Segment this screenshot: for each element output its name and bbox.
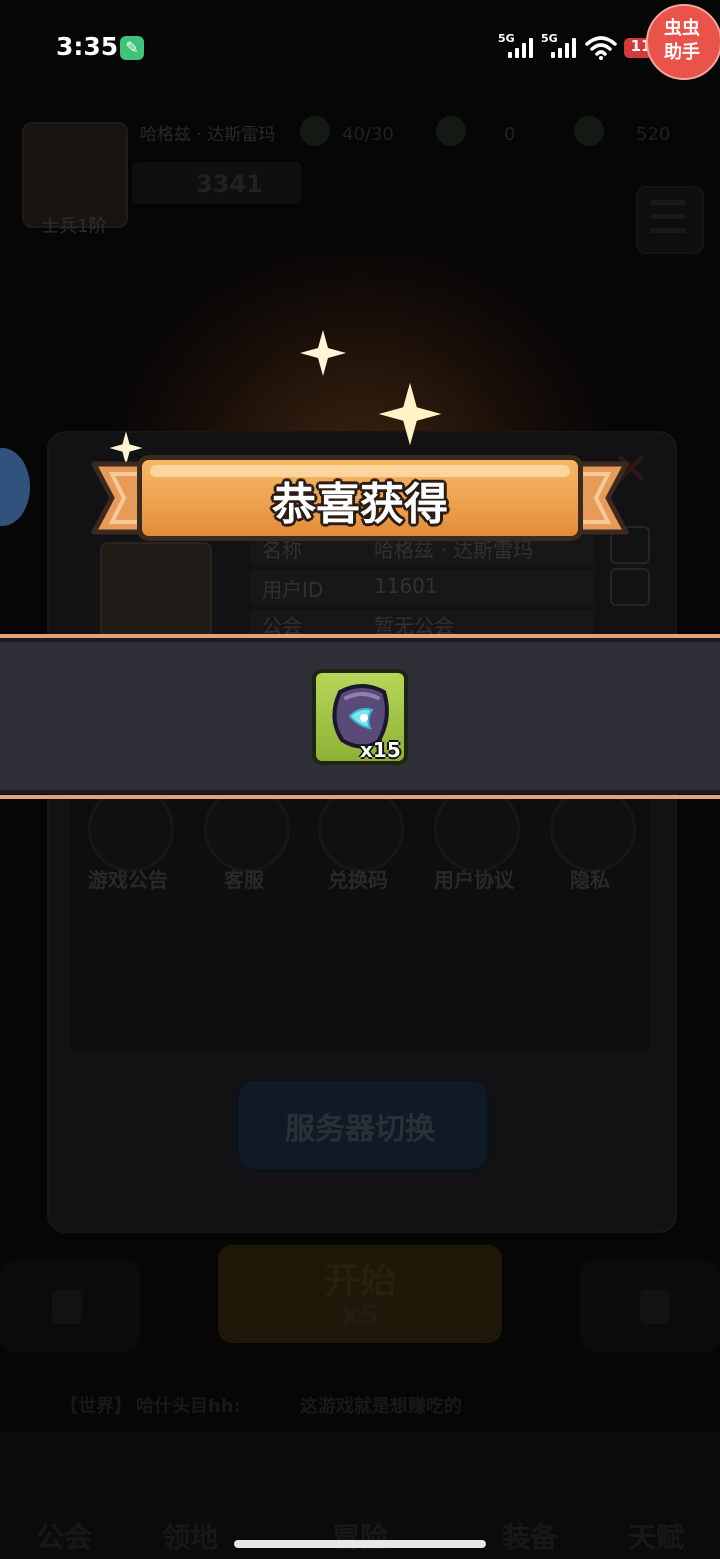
reward-count: x15	[360, 738, 401, 762]
band-bottom-edge	[0, 790, 720, 794]
wrench-icon: ✎	[120, 36, 144, 60]
helper-label-1: 虫虫	[664, 18, 700, 39]
sparkle-icon	[300, 330, 346, 376]
popup-title: 恭喜获得	[272, 479, 448, 530]
home-indicator[interactable]	[234, 1540, 486, 1548]
band-bottom-accent	[0, 795, 720, 799]
sparkle-icon	[378, 382, 442, 446]
signal-1-icon	[508, 38, 536, 58]
helper-label-2: 助手	[664, 42, 700, 63]
status-time: 3:35	[56, 32, 119, 61]
signal-2-icon	[551, 38, 579, 58]
wifi-icon	[585, 36, 617, 60]
